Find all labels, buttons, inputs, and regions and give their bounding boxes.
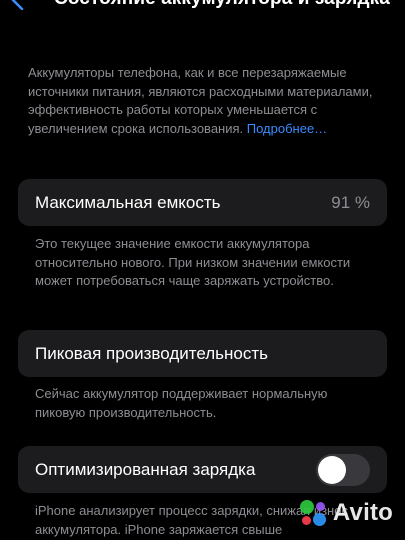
optimized-charging-label: Оптимизированная зарядка [35,460,256,479]
peak-performance-description: Сейчас аккумулятор поддерживает нормальн… [35,386,328,420]
navigation-bar: Состояние аккумулятора и зарядка [0,0,405,14]
max-capacity-label: Максимальная емкость [35,193,221,212]
watermark-text: Avito [332,499,393,526]
watermark: Avito [299,498,393,528]
max-capacity-description: Это текущее значение емкости аккумулятор… [35,236,351,288]
max-capacity-value: 91 % [331,193,370,212]
toggle-knob [318,456,346,484]
page-title: Состояние аккумулятора и зарядка [54,0,390,10]
chevron-left-icon[interactable] [10,0,24,10]
intro-text: Аккумуляторы телефона, как и все перезар… [28,64,384,138]
optimized-charging-toggle[interactable] [316,454,370,486]
avito-logo-icon [299,498,329,528]
peak-performance-label: Пиковая производительность [35,344,269,363]
max-capacity-card: Максимальная емкость 91 % [18,179,387,226]
peak-performance-card: Пиковая производительность [18,330,387,377]
optimized-charging-card: Оптимизированная зарядка [18,446,387,493]
learn-more-link[interactable]: Подробнее… [247,121,327,136]
